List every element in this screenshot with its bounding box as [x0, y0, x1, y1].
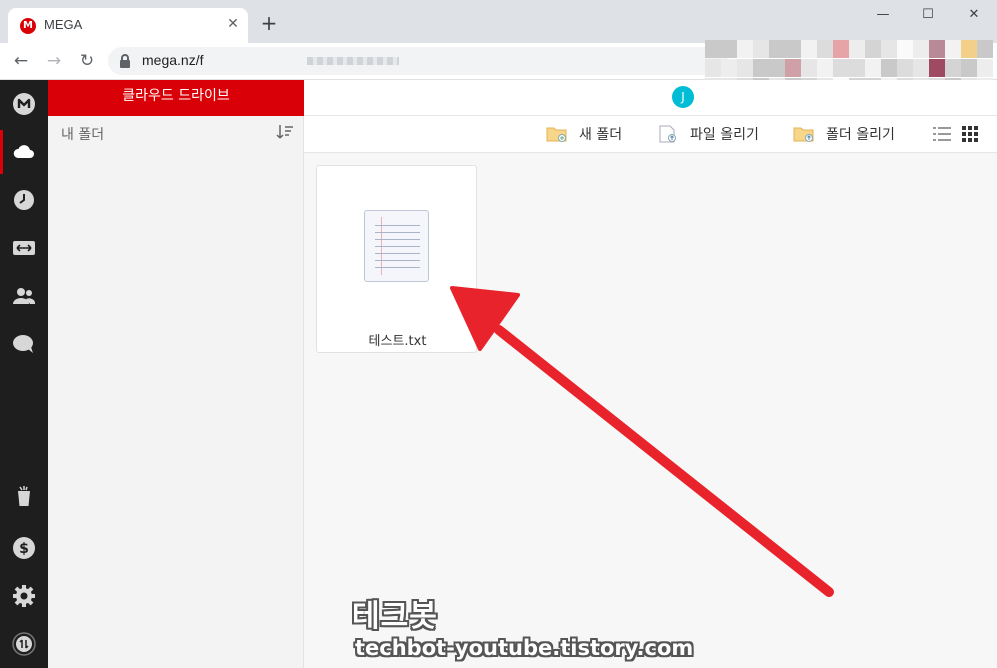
upload-folder-button[interactable]: 폴더 올리기: [793, 124, 905, 144]
rail-item-settings[interactable]: [0, 574, 48, 618]
cloud-drive-header[interactable]: 클라우드 드라이브: [48, 80, 304, 116]
cloud-drive-icon: [13, 145, 35, 158]
user-avatar[interactable]: J: [672, 86, 694, 108]
sort-icon[interactable]: [276, 124, 294, 140]
lock-icon: [120, 54, 130, 68]
forward-button[interactable]: →: [43, 50, 65, 72]
account-bar: [304, 80, 997, 116]
watermark-url: techbot-youtube.tistory.com: [355, 636, 694, 660]
rail-item-transfer-status[interactable]: [0, 622, 48, 666]
mega-favicon-icon: M: [20, 18, 36, 34]
minimize-button[interactable]: —: [873, 6, 893, 24]
watermark-title: 테크봇: [352, 599, 438, 634]
new-folder-label: 새 폴더: [579, 127, 623, 143]
tab-close-icon[interactable]: ✕: [224, 15, 242, 33]
file-tile[interactable]: 테스트.txt: [316, 165, 477, 353]
upload-folder-icon: [793, 127, 814, 142]
new-folder-icon: [546, 127, 567, 142]
settings-gear-icon: [13, 585, 35, 607]
tab-title: MEGA: [44, 17, 83, 32]
browser-window: M MEGA ✕ + — ☐ ✕ ← → ↻ mega.nz/f $ 클라우드 …: [0, 0, 997, 668]
maximize-button[interactable]: ☐: [918, 6, 938, 24]
folder-tree-panel: 클라우드 드라이브 내 폴더: [48, 80, 304, 668]
file-name: 테스트.txt: [368, 334, 427, 349]
my-folders-label: 내 폴더: [61, 127, 105, 143]
contacts-icon: [13, 288, 36, 304]
url-text: mega.nz/f: [142, 52, 204, 68]
back-button[interactable]: ←: [10, 50, 32, 72]
url-redacted: [307, 57, 399, 65]
upload-file-label: 파일 올리기: [690, 127, 759, 143]
tab-strip: M MEGA ✕ + — ☐ ✕: [0, 0, 997, 43]
browser-tab-mega[interactable]: M MEGA ✕: [8, 8, 248, 43]
upgrade-dollar-icon: $: [13, 537, 35, 559]
upload-folder-label: 폴더 올리기: [826, 127, 895, 143]
rail-item-upgrade[interactable]: $: [0, 526, 48, 570]
rail-item-contacts[interactable]: [0, 274, 48, 318]
chat-icon: [13, 335, 33, 353]
transfer-status-icon: [12, 632, 36, 656]
text-file-icon: [364, 210, 429, 282]
rail-item-chat[interactable]: [0, 322, 48, 366]
rubbish-bin-icon: [18, 486, 30, 506]
close-window-button[interactable]: ✕: [964, 6, 984, 24]
rail-item-transfers[interactable]: [0, 226, 48, 270]
file-actions-bar: 새 폴더 파일 올리기 폴더 올리기: [304, 116, 997, 153]
icon-rail: $: [0, 80, 48, 668]
new-folder-button[interactable]: 새 폴더: [546, 124, 636, 144]
recents-clock-icon: [14, 190, 34, 210]
address-bar[interactable]: mega.nz/f: [108, 47, 728, 75]
grid-view-icon[interactable]: [962, 126, 980, 142]
list-view-icon[interactable]: [933, 126, 951, 142]
rail-item-rubbish-bin[interactable]: [0, 474, 48, 518]
reload-button[interactable]: ↻: [76, 50, 98, 72]
upload-file-icon: [659, 125, 676, 143]
upload-file-button[interactable]: 파일 올리기: [657, 124, 767, 144]
new-tab-button[interactable]: +: [259, 13, 279, 33]
rail-item-recents[interactable]: [0, 178, 48, 222]
mega-logo-button[interactable]: [0, 82, 48, 126]
mega-logo-icon: [13, 93, 35, 115]
svg-text:$: $: [19, 541, 29, 557]
rail-item-cloud-drive[interactable]: [0, 130, 48, 174]
transfers-icon: [13, 241, 35, 255]
